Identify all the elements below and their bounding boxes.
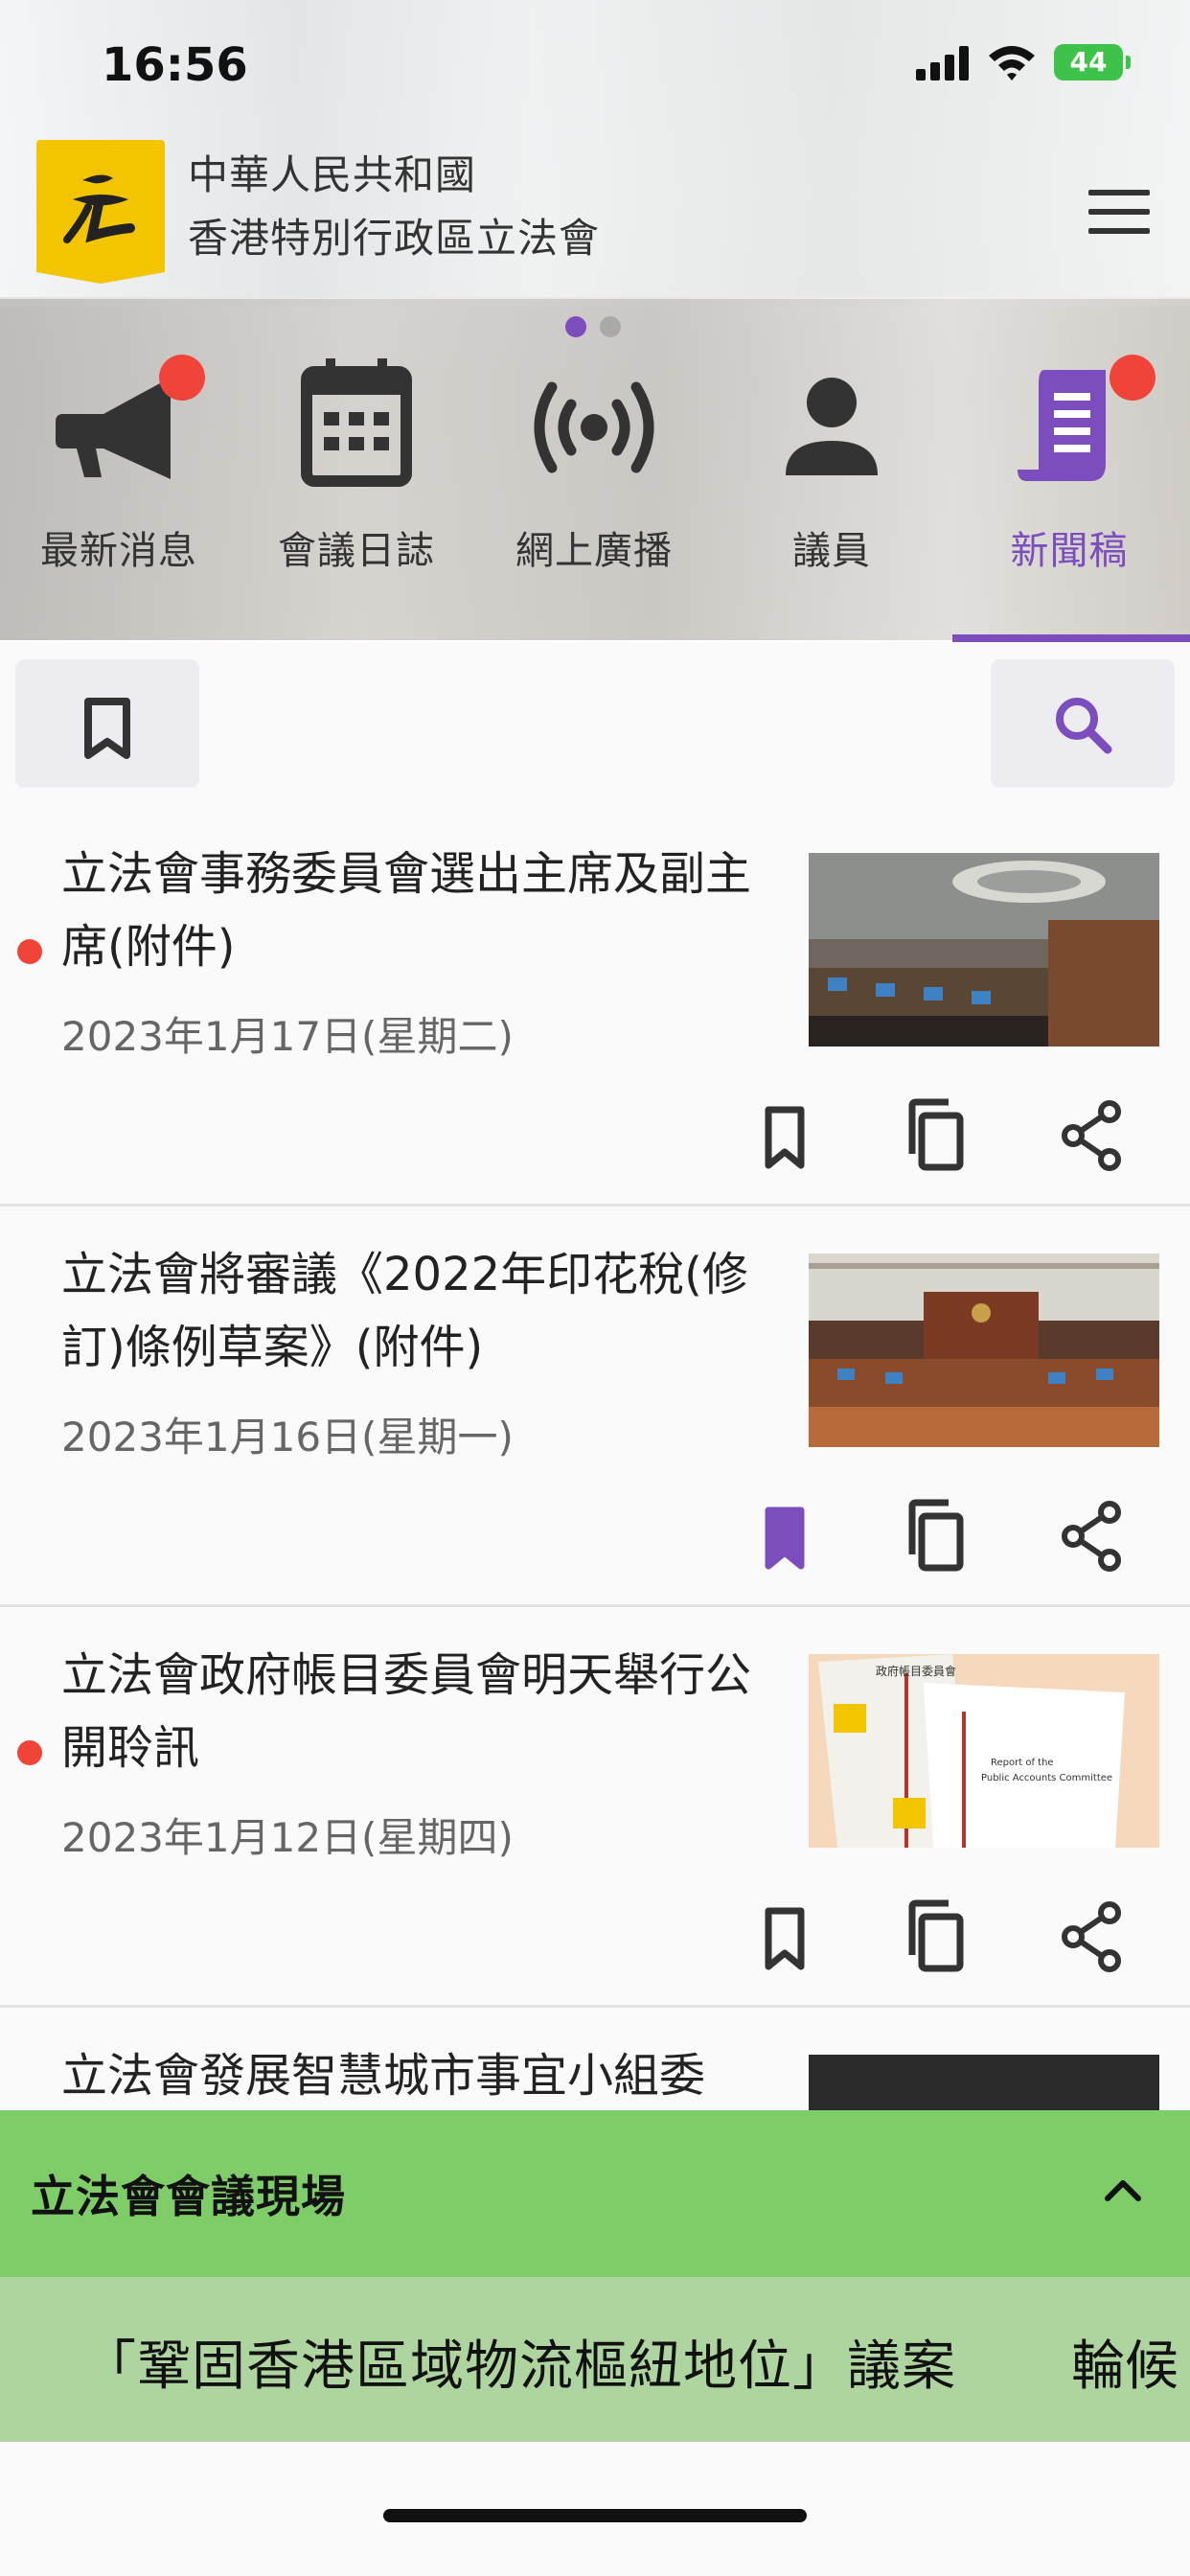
news-thumbnail[interactable] [809, 853, 1159, 1046]
list-toolbar [0, 642, 1190, 805]
unread-indicator [17, 939, 42, 964]
list-item[interactable]: 立法會政府帳目委員會明天舉行公開聆訊 2023年1月12日(星期四) 政府帳目委… [0, 1606, 1190, 2008]
nav-item-latest-news[interactable]: 最新消息 [0, 345, 238, 640]
news-title[interactable]: 立法會政府帳目委員會明天舉行公開聆訊 [61, 1639, 770, 1784]
org-name: 中華人民共和國 香港特別行政區立法會 [188, 144, 600, 270]
live-ticker[interactable]: 「鞏固香港區域物流樞紐地位」議案 輪候 [0, 2277, 1190, 2442]
news-title[interactable]: 立法會將審議《2022年印花稅(修訂)條例草案》(附件) [61, 1238, 770, 1384]
active-tab-indicator [952, 634, 1190, 642]
chevron-up-icon[interactable] [1100, 2172, 1146, 2210]
news-thumbnail[interactable] [809, 1254, 1159, 1447]
bookmark-outline-icon[interactable] [742, 1894, 828, 1980]
copy-icon[interactable] [893, 1493, 979, 1579]
thumb-text-cn: 政府帳目委員會 [876, 1664, 956, 1678]
nav-item-press-releases[interactable]: 新聞稿 [950, 345, 1188, 640]
nav-label: 最新消息 [40, 529, 197, 573]
nav-badge [1110, 355, 1156, 401]
bookmark-filter-button[interactable] [15, 659, 199, 788]
nav-label: 會議日誌 [278, 529, 435, 573]
copy-icon[interactable] [893, 1894, 979, 1980]
bookmark-filled-icon[interactable] [742, 1493, 828, 1579]
nav-label: 網上廣播 [515, 529, 673, 573]
copy-icon[interactable] [893, 1092, 979, 1179]
news-date: 2023年1月12日(星期四) [61, 1814, 514, 1861]
news-title[interactable]: 立法會事務委員會選出主席及副主席(附件) [61, 838, 770, 983]
thumb-text-en1: Report of the [991, 1758, 1054, 1768]
news-thumbnail[interactable]: 政府帳目委員會 Report of the Public Accounts Co… [809, 1654, 1159, 1848]
nav-label: 新聞稿 [1010, 529, 1129, 573]
ticker-text: 「鞏固香港區域物流樞紐地位」議案 [82, 2335, 956, 2398]
news-thumbnail[interactable] [809, 2055, 1159, 2110]
home-indicator-area [0, 2442, 1190, 2576]
cellular-signal-icon [916, 46, 970, 80]
live-meeting-title: 立法會會議現場 [31, 2171, 346, 2222]
nav-item-webcast[interactable]: 網上廣播 [475, 345, 713, 640]
live-meeting-bar[interactable]: 立法會會議現場 [0, 2110, 1190, 2277]
bookmark-outline-icon[interactable] [742, 1092, 828, 1179]
nav-label: 議員 [792, 529, 871, 573]
list-item[interactable]: 立法會發展智慧城市事宜小組委 [0, 2007, 1190, 2110]
nav-item-meeting-schedule[interactable]: 會議日誌 [238, 345, 475, 640]
legco-logo-icon[interactable] [36, 140, 165, 284]
list-item[interactable]: 立法會將審議《2022年印花稅(修訂)條例草案》(附件) 2023年1月16日(… [0, 1206, 1190, 1607]
bookmark-outline-icon [84, 698, 130, 759]
thumb-text-en2: Public Accounts Committee [981, 1773, 1112, 1783]
wifi-icon [989, 46, 1035, 80]
press-release-list: 立法會事務委員會選出主席及副主席(附件) 2023年1月17日(星期二) 立法會… [0, 805, 1190, 2110]
main-nav: 最新消息 會議日誌 網上廣播 議員 新聞稿 [0, 345, 1190, 642]
share-icon[interactable] [1048, 1894, 1134, 1980]
org-name-line2: 香港特別行政區立法會 [188, 215, 601, 262]
news-date: 2023年1月17日(星期二) [61, 1013, 514, 1060]
search-button[interactable] [991, 659, 1175, 788]
unread-indicator [17, 1740, 42, 1765]
hamburger-menu-icon[interactable] [1088, 190, 1150, 234]
news-title[interactable]: 立法會發展智慧城市事宜小組委 [61, 2039, 770, 2110]
page-dot [600, 316, 621, 337]
search-icon [1056, 698, 1112, 754]
status-bar: 16:56 44 [0, 0, 1190, 130]
news-date: 2023年1月16日(星期一) [61, 1414, 514, 1460]
calendar-icon [301, 358, 412, 487]
battery-icon: 44 [1054, 44, 1131, 80]
status-time: 16:56 [102, 38, 248, 92]
nav-badge [159, 355, 205, 401]
share-icon[interactable] [1048, 1493, 1134, 1579]
broadcast-icon [534, 381, 654, 473]
list-item[interactable]: 立法會事務委員會選出主席及副主席(附件) 2023年1月17日(星期二) [0, 805, 1190, 1207]
person-icon [786, 378, 878, 475]
home-indicator[interactable] [383, 2509, 807, 2522]
battery-level: 44 [1069, 46, 1108, 78]
page-dot-active [565, 316, 586, 337]
ticker-text-next: 輪候 [1071, 2335, 1179, 2398]
org-name-line1: 中華人民共和國 [188, 151, 477, 198]
share-icon[interactable] [1048, 1092, 1134, 1179]
page-indicator [565, 316, 634, 341]
nav-item-members[interactable]: 議員 [713, 345, 950, 640]
